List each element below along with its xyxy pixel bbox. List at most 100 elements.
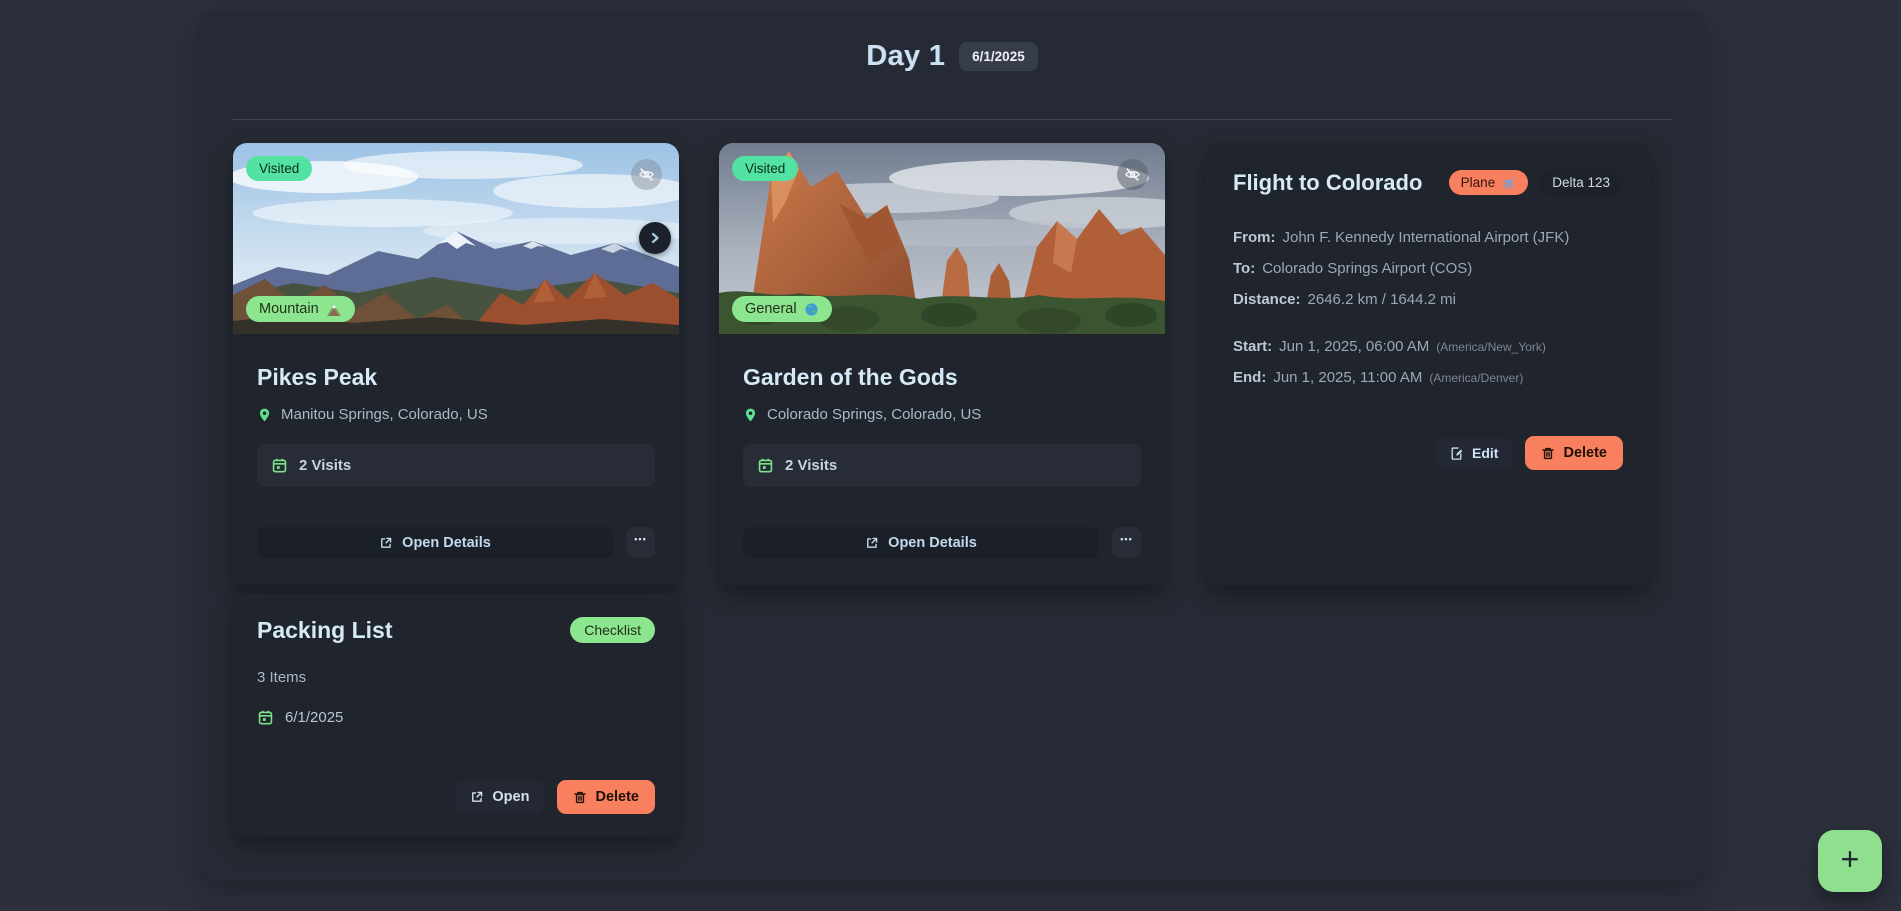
place-card-body: Pikes Peak Manitou Springs, Colorado, US	[233, 334, 679, 585]
distance-value: 2646.2 km / 1644.2 mi	[1308, 291, 1456, 308]
header-divider	[232, 119, 1672, 120]
end-label: End:	[1233, 369, 1266, 386]
packing-card-header: Packing List Checklist	[257, 617, 655, 644]
place-card-footer: Open Details •••	[743, 527, 1141, 558]
distance-row: Distance: 2646.2 km / 1644.2 mi	[1233, 291, 1623, 308]
checklist-badge: Checklist	[570, 617, 655, 643]
eye-off-icon	[1124, 166, 1141, 183]
open-details-label: Open Details	[402, 535, 491, 551]
trash-icon	[1541, 446, 1555, 461]
from-label: From:	[1233, 229, 1276, 246]
visits-count: 2 Visits	[785, 457, 837, 474]
category-badge-general: General	[732, 296, 832, 322]
external-link-icon	[470, 790, 484, 804]
edit-flight-button[interactable]: Edit	[1435, 438, 1512, 468]
chevron-right-icon	[647, 230, 663, 246]
visited-badge: Visited	[732, 156, 798, 181]
start-value: Jun 1, 2025, 06:00 AM	[1279, 338, 1429, 355]
next-image-button[interactable]	[639, 222, 671, 254]
delete-label: Delete	[1563, 445, 1607, 461]
flight-title: Flight to Colorado	[1233, 170, 1422, 196]
add-item-fab[interactable]: +	[1818, 830, 1882, 892]
next-day-section-edge	[198, 897, 1706, 911]
edit-label: Edit	[1472, 445, 1498, 461]
transport-type-badge: Plane	[1449, 170, 1529, 195]
visits-count: 2 Visits	[299, 457, 351, 474]
day-section-panel: Day 1 6/1/2025	[198, 10, 1706, 880]
from-value: John F. Kennedy International Airport (J…	[1283, 229, 1570, 246]
end-value: Jun 1, 2025, 11:00 AM	[1273, 369, 1422, 386]
end-timezone: (America/Denver)	[1429, 371, 1523, 385]
column-1: Visited	[233, 143, 679, 837]
distance-label: Distance:	[1233, 291, 1301, 308]
flight-card-header: Flight to Colorado Plane Delta 123	[1233, 169, 1623, 196]
delete-label: Delete	[595, 789, 639, 805]
packing-date-row: 6/1/2025	[257, 709, 655, 726]
place-title: Pikes Peak	[257, 364, 655, 391]
mountain-emoji-icon	[326, 302, 342, 317]
trash-icon	[573, 790, 587, 805]
category-badge-label: General	[745, 301, 797, 317]
delete-flight-button[interactable]: Delete	[1525, 436, 1623, 470]
pikes-peak-photo: Visited	[233, 143, 679, 334]
flight-badges: Plane Delta 123	[1449, 169, 1623, 196]
packing-list-card: Packing List Checklist 3 Items 6/1/2025	[233, 594, 679, 837]
airplane-icon	[1501, 175, 1516, 190]
hide-image-button[interactable]	[1117, 159, 1148, 190]
location-row: Manitou Springs, Colorado, US	[257, 406, 655, 423]
to-label: To:	[1233, 260, 1255, 277]
end-row: End: Jun 1, 2025, 11:00 AM (America/Denver…	[1233, 369, 1623, 386]
column-3: Flight to Colorado Plane Delta 123	[1205, 143, 1651, 585]
external-link-icon	[865, 536, 879, 550]
calendar-icon	[757, 457, 774, 474]
visited-badge: Visited	[246, 156, 312, 181]
day-date-badge: 6/1/2025	[959, 42, 1038, 71]
flight-time-details: Start: Jun 1, 2025, 06:00 AM (America/New_…	[1233, 338, 1623, 400]
packing-date: 6/1/2025	[285, 709, 343, 726]
packing-title: Packing List	[257, 617, 392, 644]
place-card-pikes-peak: Visited	[233, 143, 679, 585]
open-label: Open	[492, 789, 529, 805]
place-card-garden-of-the-gods: Visited General	[719, 143, 1165, 585]
external-link-icon	[379, 536, 393, 550]
to-row: To: Colorado Springs Airport (COS)	[1233, 260, 1623, 277]
edit-icon	[1449, 446, 1464, 461]
visits-stat-box: 2 Visits	[743, 444, 1141, 487]
plane-badge-label: Plane	[1461, 175, 1496, 190]
start-row: Start: Jun 1, 2025, 06:00 AM (America/New_…	[1233, 338, 1623, 355]
hide-image-button[interactable]	[631, 159, 662, 190]
place-card-footer: Open Details •••	[257, 527, 655, 558]
more-options-button[interactable]: •••	[626, 527, 655, 558]
place-title: Garden of the Gods	[743, 364, 1141, 391]
open-details-button[interactable]: Open Details	[257, 527, 613, 558]
category-badge-mountain: Mountain	[246, 296, 355, 322]
delete-checklist-button[interactable]: Delete	[557, 780, 655, 814]
visits-stat-box: 2 Visits	[257, 444, 655, 487]
ellipsis-icon: •••	[1120, 535, 1132, 544]
calendar-icon	[257, 709, 274, 726]
garden-of-the-gods-photo: Visited General	[719, 143, 1165, 334]
start-label: Start:	[1233, 338, 1272, 355]
flight-code-badge: Delta 123	[1539, 169, 1623, 196]
to-value: Colorado Springs Airport (COS)	[1262, 260, 1472, 277]
location-text: Colorado Springs, Colorado, US	[767, 406, 981, 423]
flight-card: Flight to Colorado Plane Delta 123	[1205, 143, 1651, 585]
column-2: Visited General	[719, 143, 1165, 585]
flight-route-details: From: John F. Kennedy International Airpo…	[1233, 229, 1623, 322]
items-count: 3 Items	[257, 669, 655, 686]
day-header: Day 1 6/1/2025	[198, 10, 1706, 73]
open-checklist-button[interactable]: Open	[455, 781, 544, 813]
globe-emoji-icon	[804, 302, 819, 317]
more-options-button[interactable]: •••	[1112, 527, 1141, 558]
open-details-label: Open Details	[888, 535, 977, 551]
open-details-button[interactable]: Open Details	[743, 527, 1099, 558]
map-pin-icon	[743, 407, 758, 423]
from-row: From: John F. Kennedy International Airpo…	[1233, 229, 1623, 246]
map-pin-icon	[257, 407, 272, 423]
calendar-icon	[271, 457, 288, 474]
location-text: Manitou Springs, Colorado, US	[281, 406, 488, 423]
page-title: Day 1	[866, 40, 945, 73]
packing-actions: Open Delete	[257, 780, 655, 814]
start-timezone: (America/New_York)	[1436, 340, 1546, 354]
plus-icon: +	[1841, 843, 1860, 875]
